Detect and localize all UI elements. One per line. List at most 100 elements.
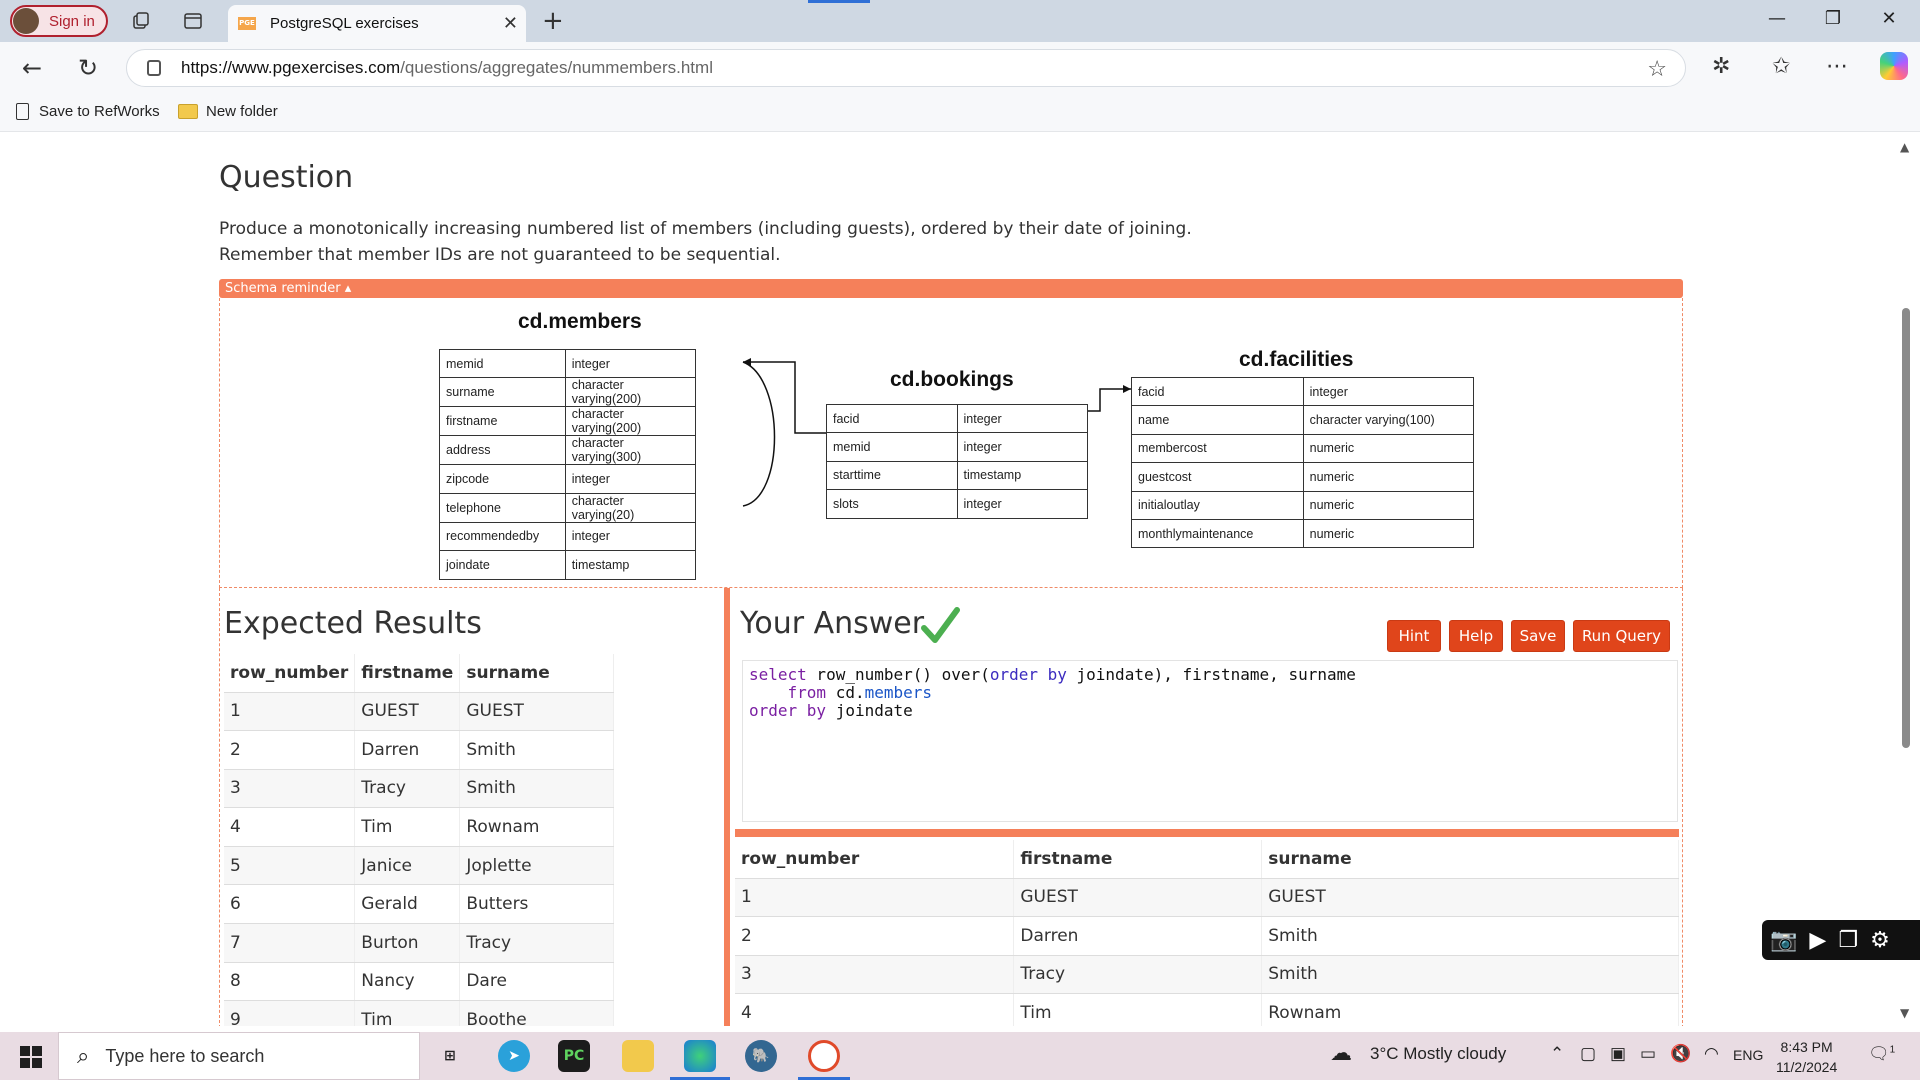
run-query-button[interactable]: Run Query: [1573, 620, 1670, 652]
weather-text[interactable]: 3°C Mostly cloudy: [1370, 1044, 1506, 1064]
table-row: 1 GUEST GUEST: [224, 692, 614, 732]
table-cell: 4: [735, 993, 1015, 1026]
bookmark-new-folder[interactable]: New folder: [178, 103, 278, 120]
close-window-icon[interactable]: ✕: [1866, 8, 1912, 29]
table-cell: Burton: [354, 923, 461, 963]
volume-muted-icon[interactable]: 🔇: [1670, 1044, 1691, 1064]
scrollbar-thumb[interactable]: [1902, 308, 1910, 748]
sign-in-button[interactable]: Sign in: [10, 5, 108, 37]
table-row: 3 Tracy Smith: [735, 955, 1679, 995]
table-cell: Janice: [354, 846, 461, 886]
table-row: 1 GUEST GUEST: [735, 878, 1679, 918]
taskbar-search-input[interactable]: ⌕ Type here to search: [58, 1032, 420, 1080]
table-cell: Darren: [1013, 916, 1263, 956]
minimize-icon[interactable]: —: [1754, 8, 1800, 29]
url-field[interactable]: https://www.pgexercises.com/questions/ag…: [126, 49, 1686, 87]
bookmarks-bar: Save to RefWorks New folder: [0, 94, 1920, 132]
column-header: firstname: [354, 654, 461, 693]
tray-monitor-icon[interactable]: ▣: [1610, 1044, 1626, 1064]
table-cell: Joplette: [459, 846, 614, 886]
settings-gear-icon[interactable]: ⚙: [1870, 928, 1890, 953]
lock-icon: [147, 60, 161, 76]
favorites-icon[interactable]: ✩: [1772, 54, 1790, 79]
table-row: 8 Nancy Dare: [224, 962, 614, 1002]
table-cell: Tracy: [459, 923, 614, 963]
help-button[interactable]: Help: [1449, 620, 1503, 652]
wifi-icon[interactable]: ◠: [1704, 1044, 1719, 1064]
language-indicator[interactable]: ENG: [1733, 1047, 1763, 1063]
favorite-star-icon[interactable]: ☆: [1647, 57, 1667, 82]
restore-icon[interactable]: ❐: [1810, 8, 1856, 29]
save-button[interactable]: Save: [1511, 620, 1565, 652]
pycharm-icon[interactable]: PC: [558, 1040, 590, 1072]
close-tab-icon[interactable]: ✕: [503, 13, 518, 34]
file-explorer-icon[interactable]: [622, 1040, 654, 1072]
scroll-down-icon[interactable]: ▼: [1900, 1006, 1909, 1020]
taskbar: ⌕ Type here to search ⊞ ➤ PC 🐘 ☁ 3°C Mos…: [0, 1032, 1920, 1080]
query-line-3: order by joindate: [749, 701, 913, 720]
favicon-icon: PGE: [238, 17, 256, 30]
hint-button[interactable]: Hint: [1387, 620, 1441, 652]
table-cell: Smith: [459, 769, 614, 809]
editor-resize-handle[interactable]: [735, 829, 1679, 837]
clock[interactable]: 8:43 PM 11/2/2024: [1776, 1037, 1837, 1077]
edge-browser-icon[interactable]: [684, 1040, 716, 1072]
weather-icon[interactable]: ☁: [1330, 1040, 1352, 1066]
expected-results-heading: Expected Results: [224, 606, 482, 641]
windows-start-icon[interactable]: [20, 1046, 42, 1068]
window-icon[interactable]: ❐: [1838, 928, 1858, 953]
tab-postgresql-exercises[interactable]: PGE PostgreSQL exercises ✕: [228, 5, 526, 42]
telegram-icon[interactable]: ➤: [498, 1040, 530, 1072]
battery-icon[interactable]: ▭: [1640, 1044, 1656, 1064]
table-row: 9 Tim Boothe: [224, 1000, 614, 1026]
table-row: 4 Tim Rownam: [735, 993, 1679, 1026]
task-view-icon[interactable]: ⊞: [434, 1040, 466, 1072]
postgresql-icon[interactable]: 🐘: [745, 1040, 777, 1072]
bookmark-save-to-refworks[interactable]: Save to RefWorks: [16, 103, 160, 120]
table-cell: Darren: [354, 730, 461, 770]
show-hidden-icons-icon[interactable]: ⌃: [1550, 1044, 1564, 1064]
notifications-icon[interactable]: 🗨1: [1868, 1044, 1895, 1064]
url-text: https://www.pgexercises.com/questions/ag…: [181, 58, 713, 77]
table-cell: 2: [735, 916, 1015, 956]
document-icon: [16, 103, 29, 120]
table-row: 3 Tracy Smith: [224, 769, 614, 809]
extensions-icon[interactable]: ✲: [1712, 54, 1730, 79]
scroll-up-icon[interactable]: ▲: [1900, 140, 1909, 154]
address-bar-row: ← ↻ https://www.pgexercises.com/question…: [0, 42, 1920, 94]
table-cell: 8: [224, 962, 356, 1002]
more-icon[interactable]: ⋯: [1826, 54, 1848, 79]
your-answer-heading: Your Answer: [740, 606, 925, 641]
tray-app-icon[interactable]: ▢: [1580, 1044, 1596, 1064]
table-cell: Smith: [1261, 916, 1679, 956]
table-cell: 7: [224, 923, 356, 963]
relation-lines: [742, 358, 1131, 507]
camera-icon[interactable]: 📷: [1770, 928, 1797, 953]
question-text: Produce a monotonically increasing numbe…: [219, 219, 1192, 265]
column-header: surname: [459, 654, 614, 693]
table-cell: Dare: [459, 962, 614, 1002]
collections-icon[interactable]: [130, 10, 152, 32]
table-cell: GUEST: [354, 692, 461, 732]
table-cell: GUEST: [1261, 878, 1679, 918]
folder-icon: [178, 104, 198, 119]
column-header: surname: [1261, 840, 1679, 879]
table-cell: Rownam: [459, 807, 614, 847]
query-editor[interactable]: select row_number() over(order by joinda…: [742, 660, 1678, 822]
table-cell: GUEST: [459, 692, 614, 732]
back-icon[interactable]: ←: [22, 54, 42, 82]
refresh-icon[interactable]: ↻: [78, 54, 98, 82]
table-cell: 5: [224, 846, 356, 886]
video-icon[interactable]: ▶: [1809, 928, 1826, 953]
app-icon[interactable]: [808, 1040, 840, 1072]
table-cell: 3: [735, 955, 1015, 995]
copilot-icon[interactable]: [1880, 52, 1908, 80]
avatar: [13, 8, 39, 34]
schema-reminder-toggle[interactable]: Schema reminder ▴: [219, 279, 1683, 298]
page-scrollbar[interactable]: ▲ ▼: [1898, 140, 1916, 1024]
new-tab-icon[interactable]: +: [542, 6, 564, 36]
table-cell: Nancy: [354, 962, 461, 1002]
table-cell: Smith: [1261, 955, 1679, 995]
tab-actions-icon[interactable]: [182, 10, 204, 32]
table-cell: Tim: [1013, 993, 1263, 1026]
